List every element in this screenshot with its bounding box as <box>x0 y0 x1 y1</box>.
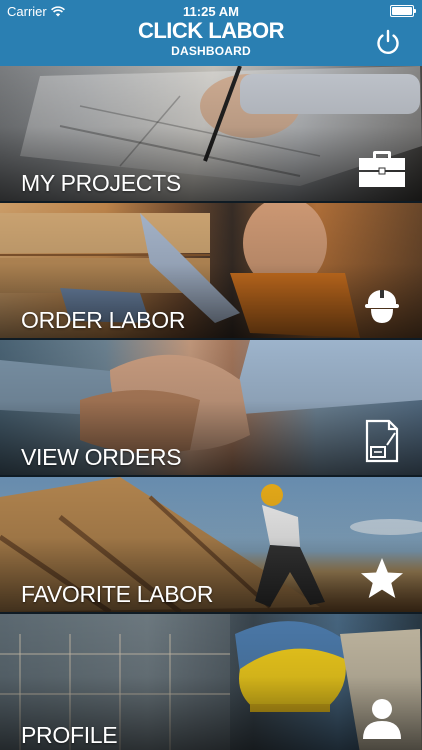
star-icon <box>361 558 403 598</box>
app-title: CLICK LABOR <box>137 18 285 43</box>
menu-item-order-labor[interactable]: ORDER LABOR <box>0 203 422 340</box>
menu-item-label: VIEW ORDERS <box>21 444 182 470</box>
menu-item-favorite-labor[interactable]: FAVORITE LABOR <box>0 477 422 614</box>
document-icon <box>365 419 399 463</box>
page-title: DASHBOARD <box>171 44 251 58</box>
briefcase-icon <box>359 151 405 187</box>
hardhat-icon <box>365 290 399 323</box>
menu-item-label: ORDER LABOR <box>21 307 186 333</box>
menu-item-profile[interactable]: PROFILE <box>0 614 422 750</box>
menu-item-view-orders[interactable]: VIEW ORDERS <box>0 340 422 477</box>
menu-item-label: FAVORITE LABOR <box>21 581 214 607</box>
power-icon[interactable] <box>374 28 402 56</box>
navigation-header: Carrier 11:25 AM CLICK LABOR DASHBOARD <box>0 0 422 66</box>
menu-item-my-projects[interactable]: MY PROJECTS <box>0 66 422 203</box>
status-time: 11:25 AM <box>183 4 239 19</box>
dashboard-menu: MY PROJECTS ORDER LABOR VIEW ORDERS FAVO… <box>0 66 422 750</box>
person-icon <box>363 699 401 739</box>
battery-icon <box>390 5 416 17</box>
app: Carrier 11:25 AM CLICK LABOR DASHBOARD M… <box>0 0 422 750</box>
menu-item-label: MY PROJECTS <box>21 170 181 196</box>
menu-item-label: PROFILE <box>21 722 118 748</box>
